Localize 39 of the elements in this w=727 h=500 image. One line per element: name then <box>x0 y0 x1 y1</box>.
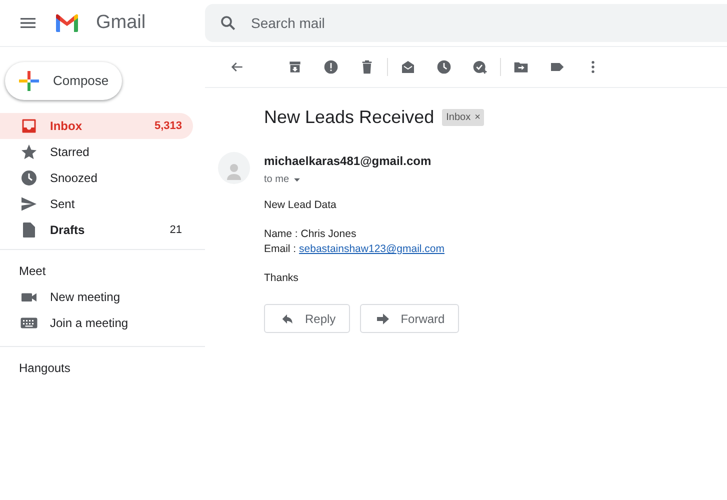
email-link[interactable]: sebastainshaw123@gmail.com <box>299 243 444 255</box>
body-text: Email : sebastainshaw123@gmail.com <box>264 242 446 257</box>
avatar-icon <box>218 152 250 184</box>
recipient-text: to me <box>264 173 290 187</box>
report-icon[interactable] <box>323 59 339 75</box>
send-icon <box>20 195 38 213</box>
folder-item[interactable]: Sent <box>0 191 193 217</box>
star-icon <box>20 143 38 161</box>
clock-icon <box>20 169 38 187</box>
body-text: New Lead Data <box>264 198 338 213</box>
reply-button[interactable]: Reply <box>264 304 350 333</box>
label-tag[interactable]: Inbox × <box>442 109 484 126</box>
search-field[interactable]: Search mail <box>251 12 727 34</box>
sender-name: michaelkaras481@gmail.com <box>264 153 432 170</box>
body-text: Thanks <box>264 271 300 286</box>
add-task-icon[interactable] <box>472 59 488 75</box>
folder-item[interactable]: Snoozed <box>0 165 193 191</box>
unread-count: 5,313 <box>154 118 182 134</box>
section-title: Hangouts <box>18 360 72 377</box>
folder-item[interactable]: Inbox 5,313 <box>0 113 193 139</box>
body-text: Name : Chris Jones <box>264 227 358 242</box>
folder-item[interactable]: Drafts 21 <box>0 217 193 243</box>
unread-count: 21 <box>170 222 182 238</box>
search-icon[interactable] <box>219 14 237 32</box>
envelope-icon[interactable] <box>400 59 416 75</box>
inbox-icon <box>20 117 38 135</box>
meet-item[interactable]: Join a meeting <box>0 310 193 336</box>
compose-button[interactable]: Compose <box>5 62 122 100</box>
subject-title: New Leads Received <box>264 106 434 129</box>
archive-icon[interactable] <box>287 59 303 75</box>
meet-item[interactable]: New meeting <box>0 284 193 310</box>
section-title: Meet <box>18 263 47 280</box>
app-name: Gmail <box>96 10 146 35</box>
document-icon <box>20 221 38 239</box>
forward-button[interactable]: Forward <box>360 304 459 333</box>
clock-icon[interactable] <box>436 59 452 75</box>
search-bar[interactable]: Search mail <box>205 4 727 42</box>
plus-icon <box>17 69 41 93</box>
folder-item[interactable]: Starred <box>0 139 193 165</box>
